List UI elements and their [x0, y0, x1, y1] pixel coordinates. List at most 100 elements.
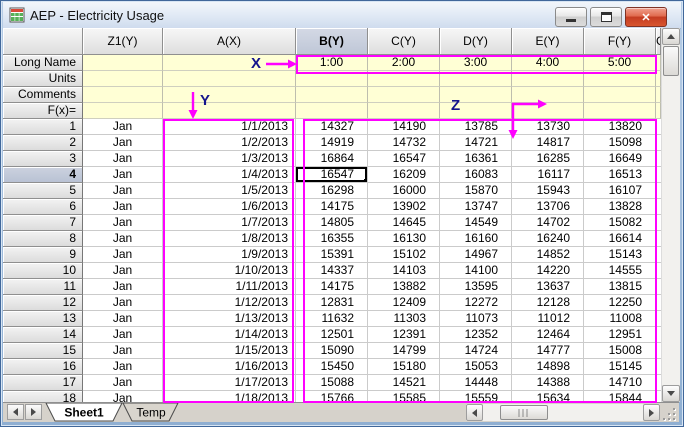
label-cell[interactable] [163, 55, 296, 71]
selected-cell[interactable]: 16547 [296, 167, 368, 183]
data-cell[interactable]: Jan [83, 135, 163, 151]
label-cell[interactable] [584, 87, 656, 103]
data-cell[interactable]: 15145 [584, 359, 656, 375]
data-cell[interactable]: 14724 [440, 343, 512, 359]
data-cell[interactable]: 13820 [584, 119, 656, 135]
data-cell[interactable]: Jan [83, 311, 163, 327]
data-cell[interactable]: 15053 [440, 359, 512, 375]
data-cell[interactable]: 14721 [440, 135, 512, 151]
data-cell[interactable]: 16361 [440, 151, 512, 167]
data-cell[interactable]: 12464 [512, 327, 584, 343]
label-cell[interactable] [83, 71, 163, 87]
data-cell[interactable]: 13730 [512, 119, 584, 135]
label-cell[interactable] [368, 71, 440, 87]
data-cell[interactable]: 11012 [512, 311, 584, 327]
data-cell[interactable]: 12951 [584, 327, 656, 343]
row-label-f-x-[interactable]: F(x)= [3, 103, 83, 119]
data-cell[interactable]: 1/12/2013 [163, 295, 296, 311]
data-cell[interactable]: 15870 [440, 183, 512, 199]
label-cell[interactable] [296, 103, 368, 119]
title-bar[interactable]: AEP - Electricity Usage ✕ [3, 2, 681, 29]
data-cell[interactable]: 12352 [440, 327, 512, 343]
column-header-by[interactable]: B(Y) [296, 28, 368, 55]
data-cell[interactable]: 14337 [296, 263, 368, 279]
row-header-6[interactable]: 6 [3, 199, 83, 215]
data-cell[interactable]: 15559 [440, 391, 512, 402]
row-header-7[interactable]: 7 [3, 215, 83, 231]
row-header-15[interactable]: 15 [3, 343, 83, 359]
data-cell[interactable]: 15634 [512, 391, 584, 402]
data-cell[interactable]: Jan [83, 295, 163, 311]
data-cell[interactable]: Jan [83, 183, 163, 199]
data-cell[interactable]: 1/3/2013 [163, 151, 296, 167]
data-cell[interactable]: 16547 [368, 151, 440, 167]
close-button[interactable]: ✕ [625, 7, 667, 27]
data-cell[interactable]: 16355 [296, 231, 368, 247]
worksheet-icon[interactable] [9, 7, 25, 23]
data-cell[interactable]: 13706 [512, 199, 584, 215]
data-cell[interactable]: 11008 [584, 311, 656, 327]
data-cell[interactable]: 1/13/2013 [163, 311, 296, 327]
row-header-4[interactable]: 4 [3, 167, 83, 183]
row-header-18[interactable]: 18 [3, 391, 83, 402]
data-cell[interactable]: 16209 [368, 167, 440, 183]
data-cell[interactable]: 14805 [296, 215, 368, 231]
data-cell[interactable]: 16649 [584, 151, 656, 167]
scroll-left-button[interactable] [466, 404, 483, 421]
data-cell[interactable]: Jan [83, 375, 163, 391]
data-cell[interactable]: 14220 [512, 263, 584, 279]
scroll-up-button[interactable] [662, 28, 680, 45]
data-cell[interactable]: 15090 [296, 343, 368, 359]
label-cell[interactable] [83, 103, 163, 119]
data-cell[interactable]: 13815 [584, 279, 656, 295]
corner-cell[interactable] [3, 28, 83, 55]
data-cell[interactable]: 16130 [368, 231, 440, 247]
data-cell[interactable]: 14710 [584, 375, 656, 391]
fill-handle[interactable] [364, 179, 368, 183]
data-cell[interactable]: 13882 [368, 279, 440, 295]
horizontal-scrollbar[interactable] [466, 404, 660, 421]
data-cell[interactable]: 15766 [296, 391, 368, 402]
data-cell[interactable]: 16000 [368, 183, 440, 199]
label-cell[interactable] [83, 55, 163, 71]
data-cell[interactable]: 15088 [296, 375, 368, 391]
data-cell[interactable]: 16117 [512, 167, 584, 183]
data-cell[interactable]: 16513 [584, 167, 656, 183]
data-cell[interactable]: 14175 [296, 199, 368, 215]
label-cell[interactable] [512, 71, 584, 87]
data-cell[interactable]: 1/11/2013 [163, 279, 296, 295]
data-cell[interactable]: 14190 [368, 119, 440, 135]
data-cell[interactable]: 14100 [440, 263, 512, 279]
data-cell[interactable]: 1/9/2013 [163, 247, 296, 263]
row-label-units[interactable]: Units [3, 71, 83, 87]
data-cell[interactable]: 1/14/2013 [163, 327, 296, 343]
data-cell[interactable]: 16160 [440, 231, 512, 247]
data-cell[interactable]: 14967 [440, 247, 512, 263]
label-cell[interactable] [83, 87, 163, 103]
scroll-down-button[interactable] [662, 385, 680, 402]
data-cell[interactable]: 15450 [296, 359, 368, 375]
column-header-z1y[interactable]: Z1(Y) [83, 28, 163, 55]
column-header-fy[interactable]: F(Y) [584, 28, 656, 55]
data-cell[interactable]: 14175 [296, 279, 368, 295]
label-cell[interactable] [296, 87, 368, 103]
data-cell[interactable]: 14555 [584, 263, 656, 279]
row-header-17[interactable]: 17 [3, 375, 83, 391]
column-header-ey[interactable]: E(Y) [512, 28, 584, 55]
data-cell[interactable]: 13747 [440, 199, 512, 215]
label-cell[interactable]: 5:00 [584, 55, 656, 71]
data-cell[interactable]: 12409 [368, 295, 440, 311]
data-cell[interactable]: 11303 [368, 311, 440, 327]
sheet-tab-sheet1-label[interactable]: Sheet1 [64, 406, 104, 420]
data-cell[interactable]: 15943 [512, 183, 584, 199]
column-header-ax[interactable]: A(X) [163, 28, 296, 55]
data-cell[interactable]: Jan [83, 247, 163, 263]
label-cell[interactable] [584, 71, 656, 87]
data-cell[interactable]: 14327 [296, 119, 368, 135]
label-cell[interactable] [440, 71, 512, 87]
row-header-5[interactable]: 5 [3, 183, 83, 199]
data-cell[interactable]: Jan [83, 391, 163, 402]
label-cell[interactable] [440, 87, 512, 103]
data-cell[interactable]: 1/18/2013 [163, 391, 296, 402]
data-cell[interactable]: 15102 [368, 247, 440, 263]
